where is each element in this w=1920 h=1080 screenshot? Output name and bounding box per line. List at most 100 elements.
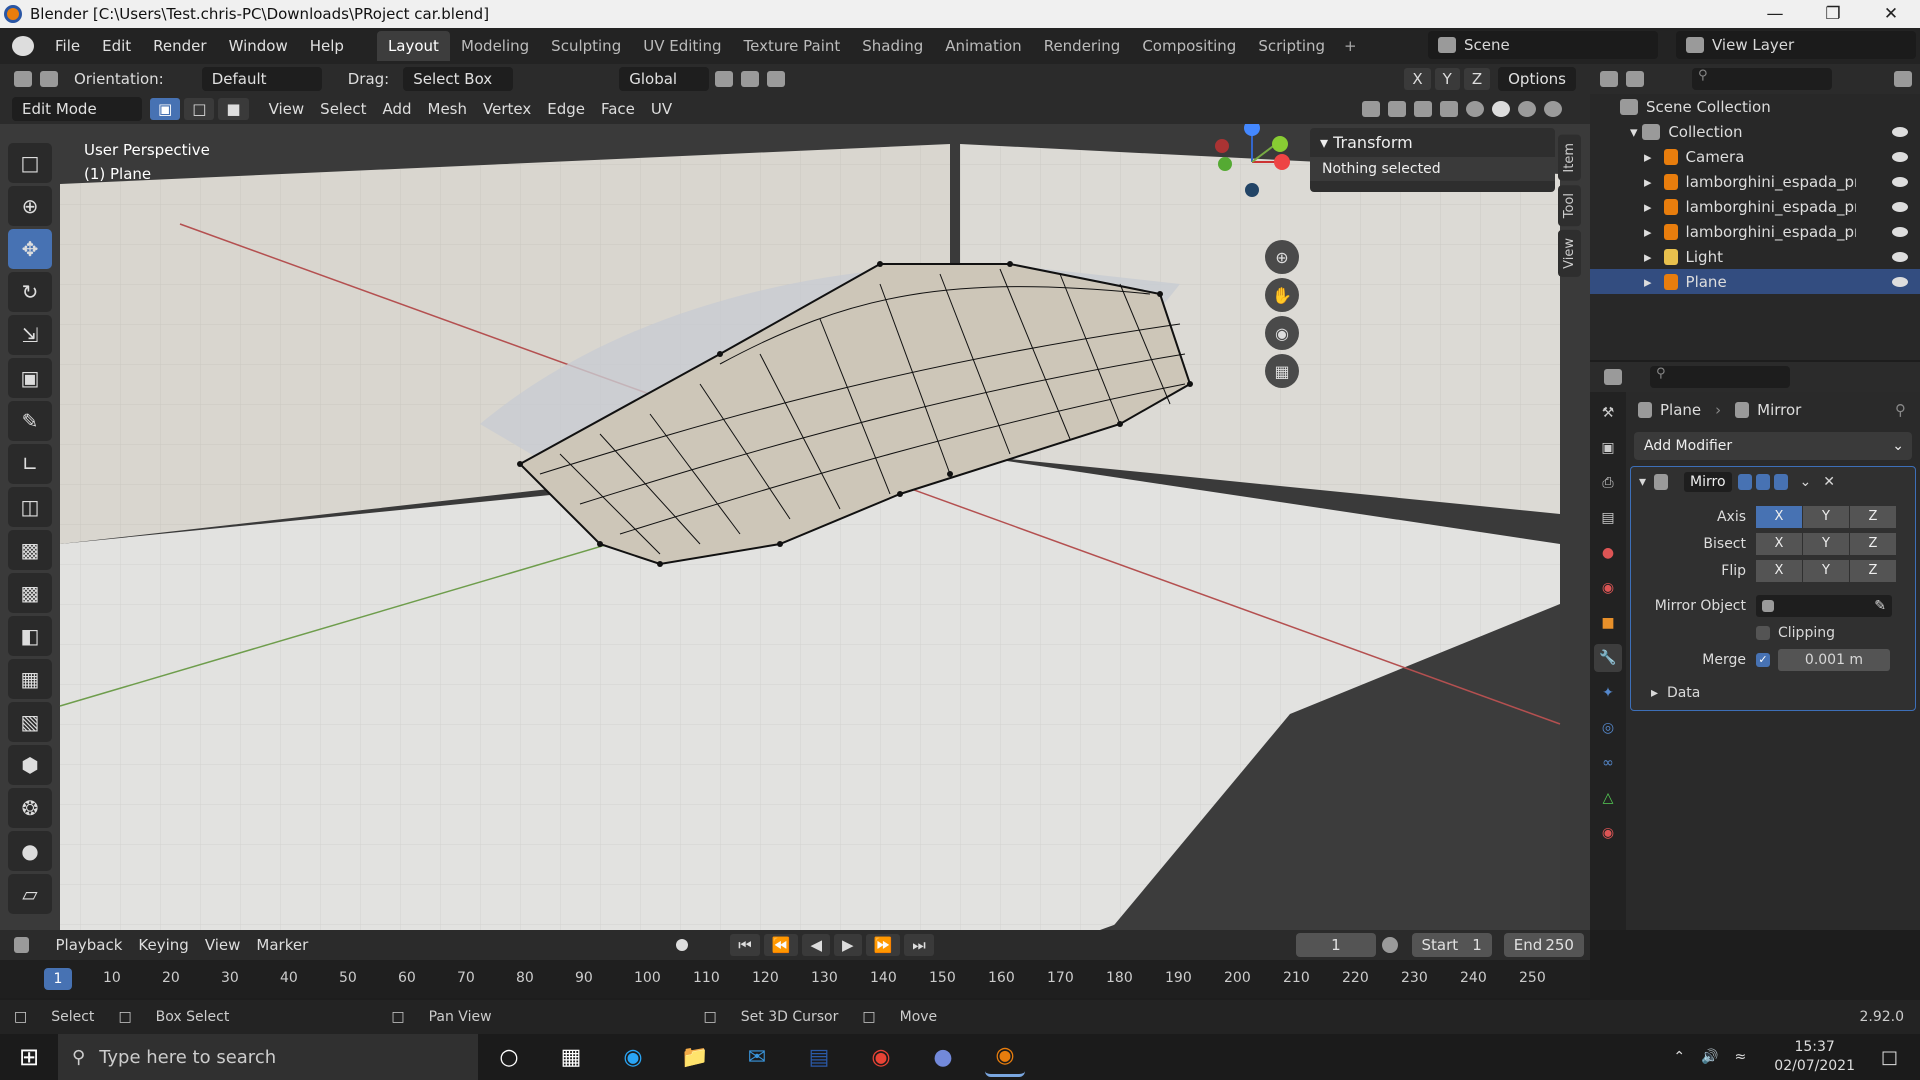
jump-start-icon[interactable]: ⏮ xyxy=(730,934,760,956)
bisect-x-toggle[interactable]: X xyxy=(1756,532,1802,555)
minimize-icon[interactable]: — xyxy=(1746,4,1804,24)
object-tab-icon[interactable]: ■ xyxy=(1594,609,1622,637)
material-tab-icon[interactable]: ◉ xyxy=(1594,819,1622,847)
flip-x-toggle[interactable]: X xyxy=(1756,559,1802,582)
eye-icon[interactable] xyxy=(1892,176,1908,187)
measure-tool-icon[interactable]: ∟ xyxy=(8,444,52,484)
playhead-frame[interactable]: 1 xyxy=(44,968,72,990)
tab-item[interactable]: Item xyxy=(1558,135,1581,181)
orientation-dropdown[interactable]: Default xyxy=(201,67,322,91)
properties-search-input[interactable]: ⚲ xyxy=(1650,366,1790,388)
3d-viewport[interactable] xyxy=(0,124,1590,930)
mail-icon[interactable]: ✉ xyxy=(737,1037,777,1077)
edge-select-button[interactable]: □ xyxy=(184,98,215,120)
spin-tool-icon[interactable]: ❂ xyxy=(8,788,52,828)
loop-cut-tool-icon[interactable]: ▦ xyxy=(8,659,52,699)
transform-gizmo-icon[interactable] xyxy=(40,71,58,87)
cortana-icon[interactable]: ○ xyxy=(489,1037,529,1077)
tab-scripting[interactable]: Scripting xyxy=(1247,31,1336,61)
properties-editor-icon[interactable] xyxy=(1604,369,1622,385)
timeline-editor-icon[interactable] xyxy=(14,937,30,953)
gizmo-icon[interactable] xyxy=(1388,101,1406,117)
particles-tab-icon[interactable]: ✦ xyxy=(1594,679,1622,707)
shear-tool-icon[interactable]: ▱ xyxy=(8,874,52,914)
transform-panel-title[interactable]: ▾ Transform xyxy=(1310,128,1555,157)
timeline-menu-marker[interactable]: Marker xyxy=(256,936,308,954)
outliner-item[interactable]: ▸ Plane xyxy=(1590,269,1920,294)
extrude-tool-icon[interactable]: ▩ xyxy=(8,530,52,570)
world-tab-icon[interactable]: ◉ xyxy=(1594,574,1622,602)
material-shading-icon[interactable] xyxy=(1518,101,1536,117)
menu-vertex[interactable]: Vertex xyxy=(483,100,531,118)
poly-build-tool-icon[interactable]: ⬢ xyxy=(8,745,52,785)
pivot-icon[interactable] xyxy=(715,71,734,87)
mirror-object-field[interactable]: ✎ xyxy=(1756,594,1892,617)
smooth-tool-icon[interactable]: ● xyxy=(8,831,52,871)
tab-modeling[interactable]: Modeling xyxy=(450,31,540,61)
notifications-icon[interactable]: □ xyxy=(1881,1047,1898,1068)
flip-z-toggle[interactable]: Z xyxy=(1850,559,1896,582)
clipping-checkbox[interactable] xyxy=(1756,625,1770,640)
outliner-item[interactable]: ▸ lamborghini_espada_prodi xyxy=(1590,194,1920,219)
ortho-grid-icon[interactable]: ▦ xyxy=(1265,354,1299,388)
tray-chevron-icon[interactable]: ⌃ xyxy=(1673,1049,1685,1065)
windows-start-icon[interactable]: ⊞ xyxy=(0,1034,58,1080)
axis-z-toggle[interactable]: Z xyxy=(1850,505,1896,528)
volume-icon[interactable]: 🔊 xyxy=(1701,1049,1718,1065)
transform-orientation-dropdown[interactable]: Global xyxy=(619,67,710,91)
timeline-menu-keying[interactable]: Keying xyxy=(138,936,188,954)
current-frame-field[interactable]: 1 xyxy=(1295,933,1377,957)
menu-help[interactable]: Help xyxy=(299,37,355,55)
eye-icon[interactable] xyxy=(1892,251,1908,262)
data-subpanel[interactable]: ▸ Data xyxy=(1631,679,1915,706)
rendered-shading-icon[interactable] xyxy=(1544,101,1562,117)
options-dropdown[interactable]: Options xyxy=(1498,67,1576,91)
zoom-icon[interactable]: ⊕ xyxy=(1265,240,1299,274)
pan-hand-icon[interactable]: ✋ xyxy=(1265,278,1299,312)
eye-icon[interactable] xyxy=(1892,226,1908,237)
scene-tab-icon[interactable]: ● xyxy=(1594,539,1622,567)
edge-browser-icon[interactable]: ◉ xyxy=(613,1037,653,1077)
menu-add[interactable]: Add xyxy=(382,100,411,118)
menu-view[interactable]: View xyxy=(269,100,305,118)
timeline-menu-playback[interactable]: Playback xyxy=(55,936,122,954)
constraints-tab-icon[interactable]: ∞ xyxy=(1594,749,1622,777)
merge-distance-field[interactable]: 0.001 m xyxy=(1778,648,1890,671)
expand-icon[interactable]: ▸ xyxy=(1644,148,1652,166)
outliner-item[interactable]: ▸ lamborghini_espada_prodi xyxy=(1590,219,1920,244)
tab-tool[interactable]: Tool xyxy=(1558,184,1581,226)
eye-icon[interactable] xyxy=(1892,151,1908,162)
collapse-icon[interactable]: ▾ xyxy=(1639,474,1646,490)
eye-icon[interactable] xyxy=(1892,201,1908,212)
camera-view-icon[interactable]: ◉ xyxy=(1265,316,1299,350)
inset-tool-icon[interactable]: ▩ xyxy=(8,573,52,613)
scene-collection-row[interactable]: Scene Collection xyxy=(1590,94,1920,119)
mirror-x-toggle[interactable]: X xyxy=(1404,68,1431,90)
modifier-menu-icon[interactable]: ⌄ xyxy=(1800,474,1812,490)
blender-menu-icon[interactable] xyxy=(12,36,34,56)
eye-icon[interactable] xyxy=(1892,276,1908,287)
render-toggle-icon[interactable] xyxy=(1773,474,1788,490)
blender-taskbar-icon[interactable]: ◉ xyxy=(985,1037,1025,1077)
annotate-tool-icon[interactable]: ✎ xyxy=(8,401,52,441)
solid-shading-icon[interactable] xyxy=(1492,101,1510,117)
eye-icon[interactable] xyxy=(1892,126,1908,137)
tool-tab-icon[interactable]: ⚒ xyxy=(1594,399,1622,427)
next-keyframe-icon[interactable]: ⏩ xyxy=(865,934,901,956)
viewport-toggle-icon[interactable] xyxy=(1755,474,1770,490)
view-layer-selector[interactable]: View Layer xyxy=(1676,31,1916,59)
timeline-menu-view[interactable]: View xyxy=(205,936,241,954)
move-tool-icon[interactable]: ✥ xyxy=(8,229,52,269)
bisect-z-toggle[interactable]: Z xyxy=(1850,532,1896,555)
menu-edge[interactable]: Edge xyxy=(547,100,585,118)
scale-tool-icon[interactable]: ⇲ xyxy=(8,315,52,355)
cursor-tool-icon[interactable]: ⊕ xyxy=(8,186,52,226)
tab-rendering[interactable]: Rendering xyxy=(1033,31,1132,61)
jump-end-icon[interactable]: ⏭ xyxy=(904,934,934,956)
tab-compositing[interactable]: Compositing xyxy=(1131,31,1247,61)
stopwatch-icon[interactable] xyxy=(1382,937,1398,953)
edit-mode-toggle-icon[interactable] xyxy=(1737,474,1752,490)
mode-dropdown[interactable]: Edit Mode xyxy=(12,97,142,121)
tab-uv-editing[interactable]: UV Editing xyxy=(632,31,732,61)
physics-tab-icon[interactable]: ◎ xyxy=(1594,714,1622,742)
